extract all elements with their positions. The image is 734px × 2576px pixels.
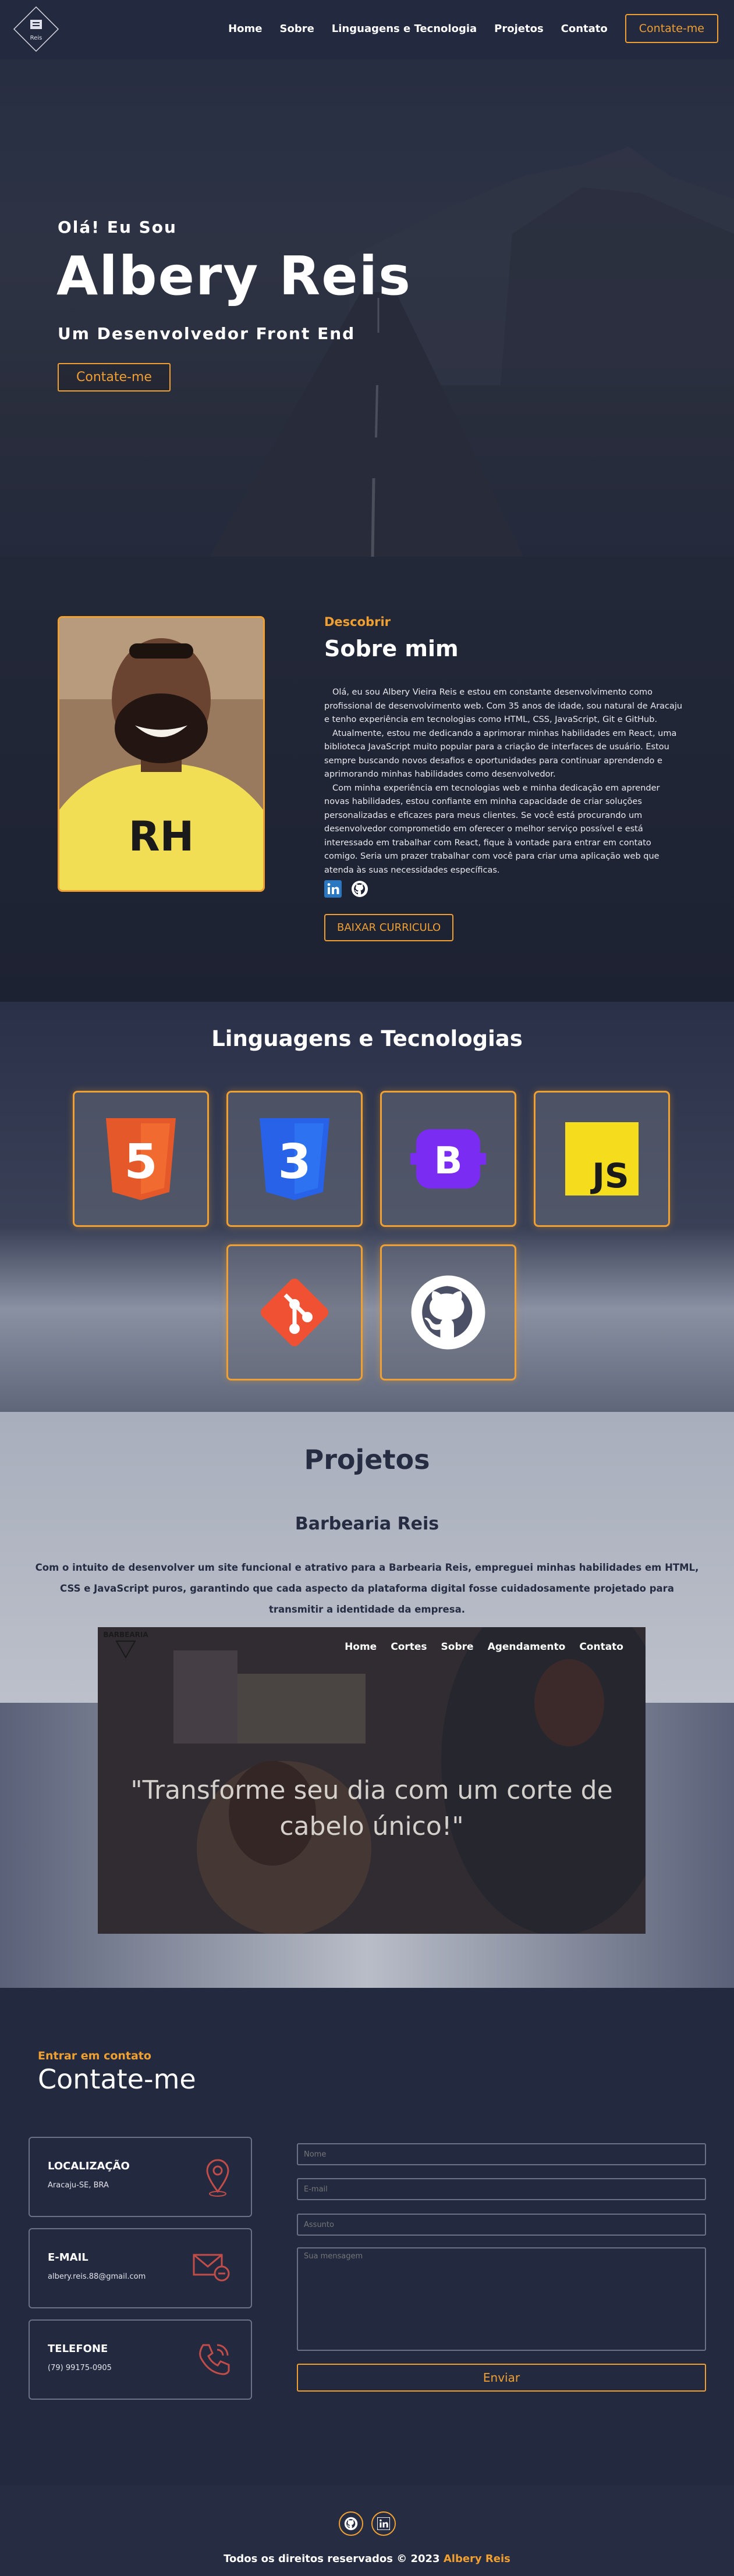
tech-card-javascript: JS [534, 1091, 670, 1227]
phone-label: TELEFONE [48, 2343, 108, 2355]
envelope-icon [193, 2254, 230, 2282]
preview-quote: "Transforme seu dia com um corte de cabe… [130, 1776, 613, 1841]
footer-social-icons [339, 2511, 396, 2536]
nav-sobre[interactable]: Sobre [279, 23, 314, 35]
about-paragraph: Olá, eu sou Albery Vieira Reis e estou e… [324, 688, 683, 724]
project-description: Com o intuito de desenvolver um site fun… [35, 1562, 699, 1615]
email-card: E-MAIL albery.reis.88@gmail.com [29, 2228, 252, 2308]
tech-title: Linguagens e Tecnologias [211, 1026, 523, 1051]
contact-kicker: Entrar em contato [38, 2050, 151, 2062]
map-pin-icon [206, 2159, 229, 2197]
email-field[interactable] [297, 2178, 706, 2200]
tech-card-bootstrap: B [380, 1091, 516, 1227]
profile-portrait: RH [59, 618, 263, 890]
tech-card-html: 5 [73, 1091, 209, 1227]
copyright-text: Todos os direitos reservados © 2023 [224, 2553, 440, 2565]
javascript-icon: JS [565, 1122, 639, 1196]
location-card: LOCALIZAÇÃO Aracaju-SE, BRA [29, 2137, 252, 2217]
git-icon [260, 1278, 329, 1347]
name-field[interactable] [297, 2143, 706, 2165]
header-contact-button[interactable]: Contate-me [625, 14, 718, 43]
about-paragraph: Com minha experiência em tecnologias web… [324, 783, 660, 875]
about-section: RH Descobrir Sobre mim Olá, eu sou Alber… [0, 557, 734, 1002]
tech-card-git [226, 1244, 363, 1380]
github-icon [344, 2517, 358, 2531]
preview-nav: Home Cortes Sobre Agendamento Contato [345, 1641, 623, 1653]
nav-contato[interactable]: Contato [561, 23, 608, 35]
barber-emblem-icon [115, 1641, 136, 1659]
main-nav: Home Sobre Linguagens e Tecnologia Proje… [228, 14, 718, 43]
email-value[interactable]: albery.reis.88@gmail.com [48, 2272, 146, 2281]
about-social-icons [324, 880, 368, 898]
logo-text: Reis [30, 35, 42, 41]
about-title: Sobre mim [324, 636, 459, 661]
svg-text:B: B [434, 1140, 463, 1183]
message-field[interactable] [297, 2247, 706, 2351]
site-header: Reis Home Sobre Linguagens e Tecnologia … [0, 0, 734, 59]
html5-icon: 5 [106, 1118, 176, 1200]
project-preview-image[interactable]: BARBEARIA Home Cortes Sobre Agendamento … [98, 1627, 646, 1934]
about-paragraph: Atualmente, estou me dedicando a aprimor… [324, 728, 677, 780]
footer-linkedin-link[interactable] [371, 2511, 396, 2536]
hero-greeting: Olá! Eu Sou [58, 218, 177, 237]
hero-contact-button[interactable]: Contate-me [58, 363, 171, 392]
about-text: Olá, eu sou Albery Vieira Reis e estou e… [324, 686, 685, 877]
phone-value[interactable]: (79) 99175-0905 [48, 2364, 112, 2372]
send-button[interactable]: Enviar [297, 2364, 706, 2392]
svg-text:3: 3 [278, 1134, 311, 1190]
linkedin-icon [377, 2517, 390, 2530]
tech-card-css: 3 [226, 1091, 363, 1227]
tech-section: Linguagens e Tecnologias 5 3 B JS [0, 1002, 734, 1412]
hero-section: Olá! Eu Sou Albery Reis Um Desenvolvedor… [0, 59, 734, 557]
nav-home[interactable]: Home [228, 23, 262, 35]
footer-copyright: Todos os direitos reservados © 2023 Albe… [0, 2553, 734, 2565]
nav-projetos[interactable]: Projetos [494, 23, 544, 35]
download-cv-button[interactable]: BAIXAR CURRICULO [324, 914, 454, 941]
phone-icon [199, 2344, 230, 2375]
svg-text:5: 5 [124, 1134, 157, 1190]
preview-nav-contato[interactable]: Contato [579, 1641, 623, 1653]
location-value: Aracaju-SE, BRA [48, 2181, 109, 2190]
css3-icon: 3 [260, 1118, 329, 1200]
contact-section: Entrar em contato Contate-me LOCALIZAÇÃO… [0, 1988, 734, 2485]
barbearia-logo-text: BARBEARIA [103, 1631, 148, 1639]
email-label: E-MAIL [48, 2251, 88, 2264]
project-name: Barbearia Reis [295, 1514, 439, 1534]
profile-photo: RH [58, 616, 265, 892]
contact-title: Contate-me [38, 2063, 196, 2095]
hero-name: Albery Reis [56, 245, 412, 307]
preview-nav-agendamento[interactable]: Agendamento [488, 1641, 566, 1653]
subject-field[interactable] [297, 2214, 706, 2236]
svg-text:JS: JS [590, 1156, 629, 1196]
hero-role: Um Desenvolvedor Front End [58, 324, 356, 343]
hero-road-background [0, 59, 734, 557]
svg-text:RH: RH [129, 813, 194, 860]
location-label: LOCALIZAÇÃO [48, 2160, 130, 2172]
tech-card-github [380, 1244, 516, 1380]
bootstrap-icon: B [410, 1129, 486, 1189]
github-icon[interactable] [351, 880, 368, 898]
site-logo[interactable]: Reis [13, 6, 59, 52]
preview-nav-sobre[interactable]: Sobre [441, 1641, 474, 1653]
preview-nav-home[interactable]: Home [345, 1641, 377, 1653]
site-footer: Todos os direitos reservados © 2023 Albe… [0, 2485, 734, 2576]
barbearia-logo: BARBEARIA [101, 1631, 150, 1661]
github-icon [411, 1275, 485, 1350]
logo-diamond-icon [13, 6, 59, 52]
copyright-author: Albery Reis [443, 2553, 510, 2565]
nav-linguagens[interactable]: Linguagens e Tecnologia [332, 23, 477, 35]
footer-github-link[interactable] [339, 2511, 363, 2536]
projects-title: Projetos [304, 1444, 430, 1475]
phone-card: TELEFONE (79) 99175-0905 [29, 2319, 252, 2400]
about-kicker: Descobrir [324, 615, 391, 629]
preview-nav-cortes[interactable]: Cortes [391, 1641, 427, 1653]
linkedin-icon[interactable] [324, 880, 342, 898]
projects-section: Projetos Barbearia Reis Com o intuito de… [0, 1412, 734, 1988]
